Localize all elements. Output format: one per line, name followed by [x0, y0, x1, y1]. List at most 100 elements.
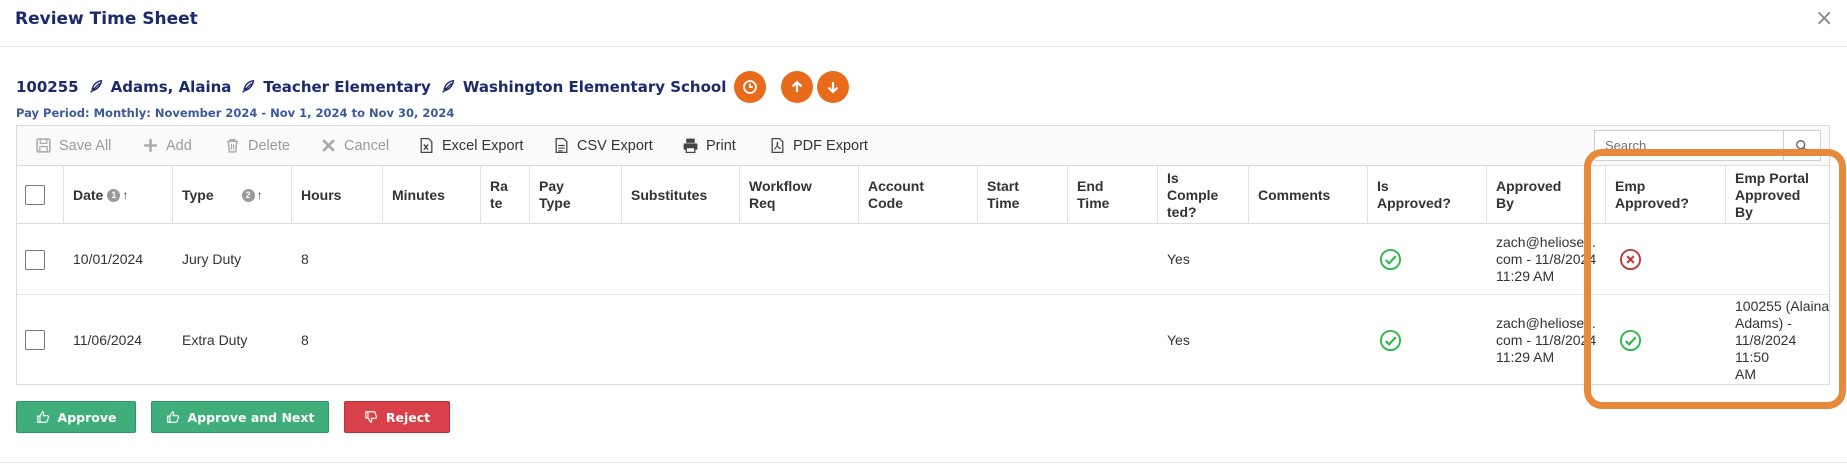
- excel-export-label: Excel Export: [442, 137, 524, 154]
- print-button[interactable]: Print: [682, 137, 736, 154]
- employee-position[interactable]: Teacher Elementary: [263, 78, 430, 96]
- feather-icon: [441, 79, 455, 93]
- column-header-is-completed[interactable]: Is Comple ted?: [1158, 166, 1249, 224]
- reject-button[interactable]: Reject: [344, 401, 450, 433]
- column-header-approved-by[interactable]: Approved By: [1487, 166, 1606, 224]
- csv-export-button[interactable]: CSV Export: [553, 137, 653, 154]
- table-row[interactable]: 10/01/2024 Jury Duty 8 Yes zach@heliosed…: [17, 225, 1829, 295]
- save-icon: [36, 138, 51, 153]
- cell-type[interactable]: Jury Duty: [173, 225, 292, 294]
- arrow-up-icon: [792, 80, 803, 92]
- excel-export-button[interactable]: Excel Export: [418, 137, 523, 154]
- print-label: Print: [706, 137, 736, 154]
- cell-type[interactable]: Extra Duty: [173, 296, 292, 384]
- add-label: Add: [166, 137, 192, 154]
- footer-divider: [0, 462, 1847, 463]
- row-select-cell: [17, 225, 64, 294]
- plus-icon: [144, 139, 157, 152]
- modal-header: Review Time Sheet ×: [0, 0, 1847, 47]
- cancel-button[interactable]: Cancel: [320, 137, 389, 154]
- row-select-cell: [17, 296, 64, 384]
- search-input[interactable]: [1594, 130, 1784, 161]
- select-all-cell: [17, 166, 64, 224]
- grid-header: Date 1 ↑ Type 2 ↑ Hours Minutes Ra te Pay Ty…: [17, 166, 1829, 224]
- column-header-type[interactable]: Type 2 ↑: [173, 166, 292, 224]
- column-header-start-time[interactable]: Start Time: [978, 166, 1068, 224]
- check-circle-icon: [1379, 248, 1402, 271]
- column-header-hours[interactable]: Hours: [292, 166, 383, 224]
- add-button[interactable]: Add: [142, 137, 192, 154]
- table-row[interactable]: 11/06/2024 Extra Duty 8 Yes zach@heliose…: [17, 296, 1829, 384]
- row-checkbox[interactable]: [25, 330, 45, 350]
- search-button[interactable]: [1784, 130, 1821, 161]
- pdf-file-icon: [771, 137, 784, 154]
- check-circle-icon: [1379, 329, 1402, 351]
- thumbs-up-icon: [36, 411, 49, 423]
- pdf-export-label: PDF Export: [793, 137, 868, 154]
- history-button[interactable]: [734, 71, 767, 103]
- cell-emp-portal-approved-by: [1726, 225, 1831, 294]
- cell-approved-by: zach@heliosed. com - 11/8/2024 11:29 AM: [1496, 314, 1597, 365]
- csv-export-label: CSV Export: [577, 137, 653, 154]
- cell-is-completed[interactable]: Yes: [1158, 225, 1249, 294]
- sort-order-badge: 1: [107, 188, 121, 202]
- grid-toolbar: Save All Add Delete Cancel Excel Export …: [17, 126, 1829, 166]
- column-header-minutes[interactable]: Minutes: [383, 166, 481, 224]
- pdf-export-button[interactable]: PDF Export: [769, 137, 868, 154]
- cell-hours[interactable]: 8: [292, 296, 383, 384]
- delete-button[interactable]: Delete: [224, 137, 290, 154]
- cell-date[interactable]: 10/01/2024: [64, 225, 173, 294]
- sort-order-badge: 2: [241, 188, 255, 202]
- column-header-workflow-req[interactable]: Workflow Req: [740, 166, 859, 224]
- sort-ascending-icon: ↑: [122, 187, 129, 202]
- excel-file-icon: [420, 137, 433, 154]
- timesheet-grid: Save All Add Delete Cancel Excel Export …: [16, 125, 1830, 385]
- delete-label: Delete: [248, 137, 290, 154]
- next-button[interactable]: [817, 71, 850, 103]
- cancel-label: Cancel: [344, 137, 390, 154]
- column-header-is-approved[interactable]: Is Approved?: [1368, 166, 1487, 224]
- column-header-date[interactable]: Date 1 ↑: [64, 166, 173, 224]
- cell-emp-approved: [1606, 225, 1726, 294]
- cell-emp-portal-approved-by: 100255 (Alaina Adams) - 11/8/2024 11:50 …: [1735, 297, 1830, 382]
- row-checkbox[interactable]: [25, 249, 45, 270]
- cell-is-completed[interactable]: Yes: [1158, 296, 1249, 384]
- csv-file-icon: [555, 137, 568, 154]
- employee-name[interactable]: Adams, Alaina: [111, 78, 232, 96]
- cell-date[interactable]: 11/06/2024: [64, 296, 173, 384]
- previous-button[interactable]: [781, 71, 814, 103]
- clock-icon: [743, 80, 758, 94]
- save-all-label: Save All: [59, 137, 112, 154]
- column-header-substitutes[interactable]: Substitutes: [622, 166, 740, 224]
- column-header-emp-approved[interactable]: Emp Approved?: [1606, 166, 1726, 224]
- column-header-pay-type[interactable]: Pay Type: [530, 166, 622, 224]
- pay-period: Pay Period: Monthly: November 2024 - Nov…: [16, 106, 455, 120]
- approve-and-next-button[interactable]: Approve and Next: [151, 401, 329, 433]
- save-all-button[interactable]: Save All: [35, 137, 111, 154]
- close-icon[interactable]: ×: [1815, 6, 1833, 31]
- sort-ascending-icon: ↑: [256, 187, 263, 202]
- column-header-account-code[interactable]: Account Code: [859, 166, 978, 224]
- column-header-emp-portal-approved-by[interactable]: Emp Portal Approved By: [1726, 166, 1831, 224]
- select-all-checkbox[interactable]: [25, 185, 45, 205]
- close-icon: [322, 139, 335, 152]
- employee-school[interactable]: Washington Elementary School: [463, 78, 727, 96]
- reject-label: Reject: [385, 409, 431, 425]
- thumbs-down-icon: [365, 411, 377, 423]
- approve-button[interactable]: Approve: [16, 401, 136, 433]
- approve-label: Approve: [57, 409, 117, 425]
- feather-icon: [89, 79, 102, 93]
- employee-info: 100255 Adams, Alaina Teacher Elementary …: [16, 71, 850, 103]
- search-icon: [1796, 139, 1808, 152]
- feather-icon: [242, 79, 255, 93]
- check-circle-icon: [1619, 329, 1642, 351]
- x-circle-icon: [1619, 248, 1642, 271]
- column-header-rate[interactable]: Ra te: [481, 166, 530, 224]
- approve-and-next-label: Approve and Next: [187, 409, 315, 425]
- cell-is-approved: [1368, 296, 1487, 384]
- cell-hours[interactable]: 8: [292, 225, 383, 294]
- trash-icon: [227, 138, 238, 153]
- column-header-end-time[interactable]: End Time: [1068, 166, 1158, 224]
- printer-icon: [683, 138, 698, 154]
- column-header-comments[interactable]: Comments: [1249, 166, 1368, 224]
